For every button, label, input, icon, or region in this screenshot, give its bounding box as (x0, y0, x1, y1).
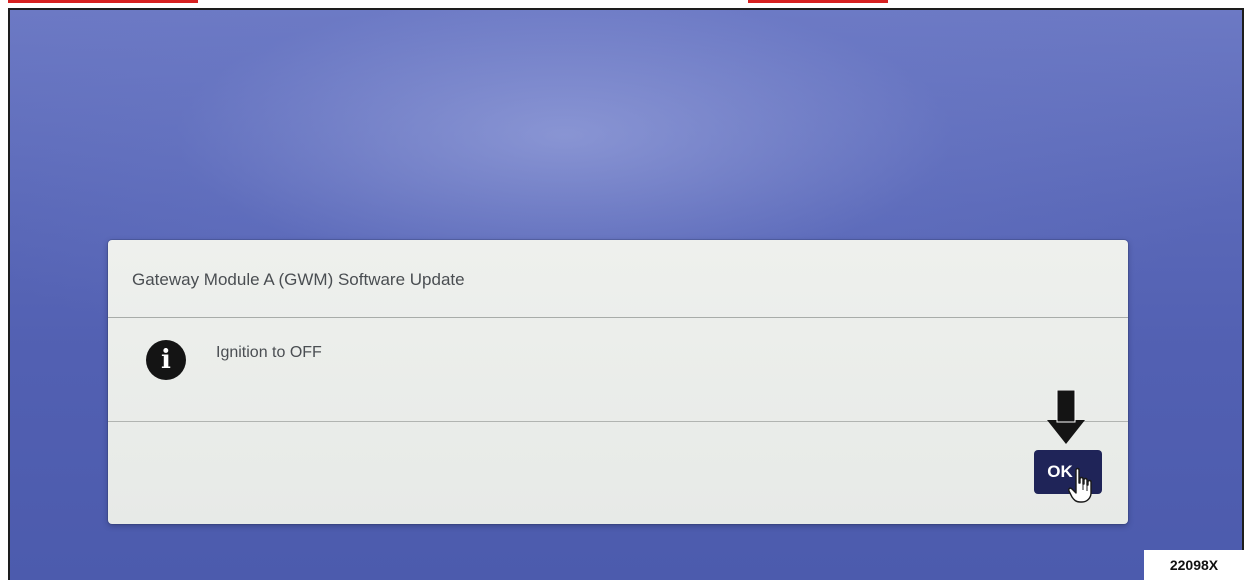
software-update-dialog: Gateway Module A (GWM) Software Update i… (108, 240, 1128, 524)
hand-pointer-icon (1068, 467, 1092, 503)
dialog-title: Gateway Module A (GWM) Software Update (132, 270, 465, 289)
accent-mark (8, 0, 198, 3)
dialog-header: Gateway Module A (GWM) Software Update (108, 240, 1128, 318)
top-accent-strip (0, 0, 1252, 8)
info-icon: i (146, 340, 186, 380)
dialog-body: i Ignition to OFF (108, 318, 1128, 422)
down-arrow-icon (1047, 390, 1085, 444)
dialog-footer: OK (108, 422, 1128, 524)
accent-mark (748, 0, 888, 3)
figure-code-label: 22098X (1144, 550, 1244, 580)
dialog-message: Ignition to OFF (216, 344, 322, 361)
